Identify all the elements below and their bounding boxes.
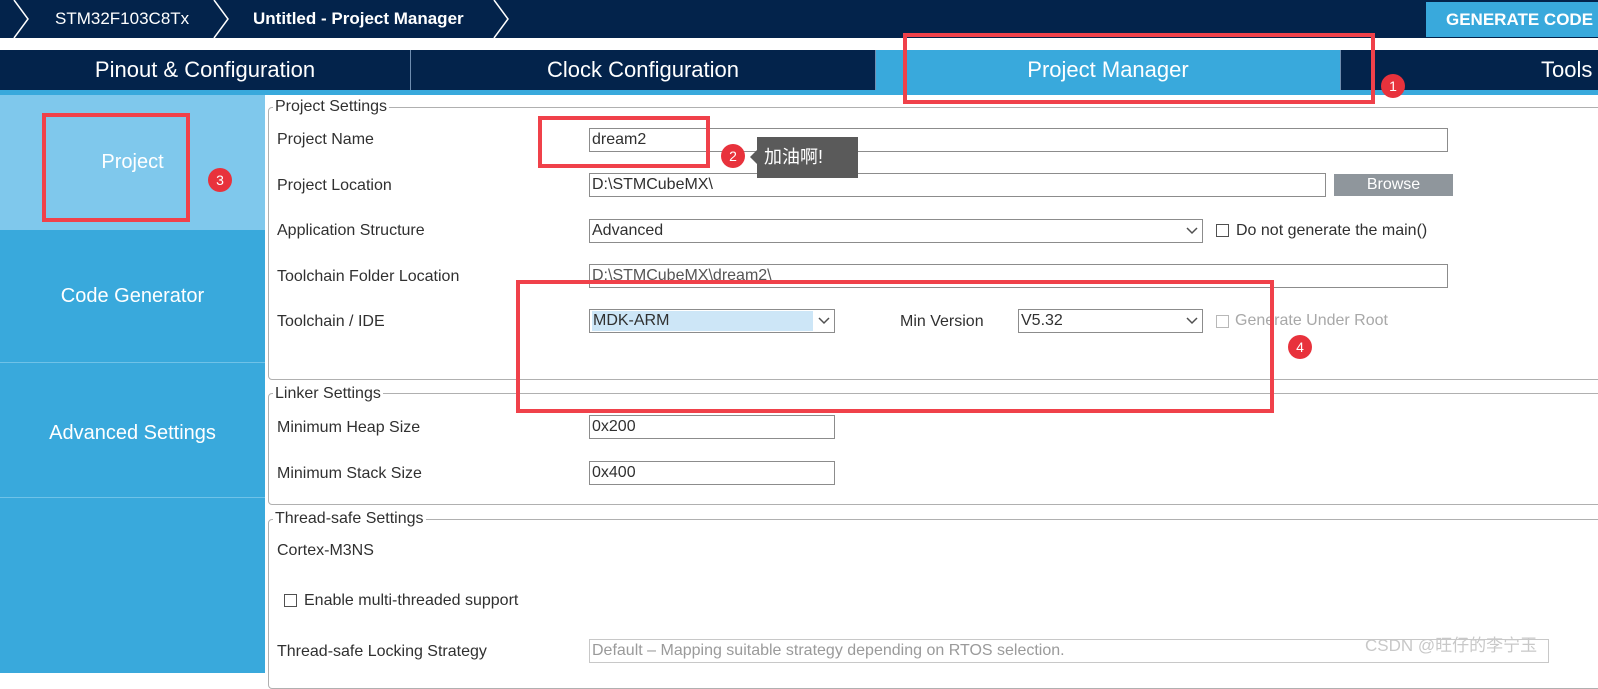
project-settings-legend: Project Settings: [273, 98, 390, 116]
tooltip: 加油啊!: [757, 137, 858, 178]
annotation-box-toolchain: [516, 280, 1274, 413]
application-structure-value: Advanced: [592, 222, 664, 239]
stack-size-input[interactable]: 0x400: [589, 461, 835, 485]
watermark: CSDN @旺仔的李宁玉: [1365, 636, 1538, 655]
core-label: Cortex-M3NS: [277, 542, 374, 559]
sidebar-item-code-generator[interactable]: Code Generator: [0, 230, 265, 362]
breadcrumb-item-mcu[interactable]: STM32F103C8Tx: [55, 0, 189, 38]
annotation-badge: 1: [1381, 74, 1405, 98]
tab-tools[interactable]: Tools: [1341, 50, 1598, 90]
annotation-box-project-name: [538, 116, 710, 168]
multithread-label: Enable multi-threaded support: [304, 592, 519, 609]
annotation-box-sidebar-project: [42, 113, 190, 222]
no-main-checkbox[interactable]: [1216, 224, 1229, 237]
toolchain-folder-label: Toolchain Folder Location: [277, 268, 460, 285]
chevron-right-icon: [213, 0, 229, 38]
breadcrumb-item-project[interactable]: Untitled - Project Manager: [253, 0, 464, 38]
thread-safe-settings-legend: Thread-safe Settings: [273, 510, 426, 528]
application-structure-label: Application Structure: [277, 222, 425, 239]
heap-size-input[interactable]: 0x200: [589, 415, 835, 439]
annotation-badge: 2: [721, 144, 745, 168]
generate-code-button[interactable]: GENERATE CODE: [1426, 2, 1598, 37]
chevron-right-icon: [13, 0, 29, 38]
application-structure-select[interactable]: Advanced: [589, 219, 1203, 243]
heap-size-label: Minimum Heap Size: [277, 419, 421, 436]
project-location-label: Project Location: [277, 177, 392, 194]
project-name-input[interactable]: dream2: [589, 128, 1448, 152]
project-location-input[interactable]: D:\STMCubeMX\: [589, 173, 1326, 197]
sidebar-item-advanced-settings[interactable]: Advanced Settings: [0, 363, 265, 496]
linker-settings-legend: Linker Settings: [273, 385, 383, 403]
browse-button[interactable]: Browse: [1334, 174, 1453, 196]
tab-pinout-configuration[interactable]: Pinout & Configuration: [0, 50, 410, 90]
no-main-label: Do not generate the main(): [1236, 222, 1428, 239]
annotation-box-tab: [903, 33, 1375, 104]
project-name-label: Project Name: [277, 131, 374, 148]
annotation-badge: 3: [208, 168, 232, 192]
tooltip-pointer: [750, 150, 757, 164]
multithread-checkbox[interactable]: [284, 594, 297, 607]
chevron-right-icon: [493, 0, 509, 38]
annotation-badge: 4: [1288, 335, 1312, 359]
chevron-down-icon: [1186, 227, 1198, 235]
locking-strategy-label: Thread-safe Locking Strategy: [277, 643, 487, 660]
toolchain-ide-label: Toolchain / IDE: [277, 313, 385, 330]
stack-size-label: Minimum Stack Size: [277, 465, 422, 482]
sidebar-divider: [0, 497, 265, 498]
tab-clock-configuration[interactable]: Clock Configuration: [411, 50, 875, 90]
